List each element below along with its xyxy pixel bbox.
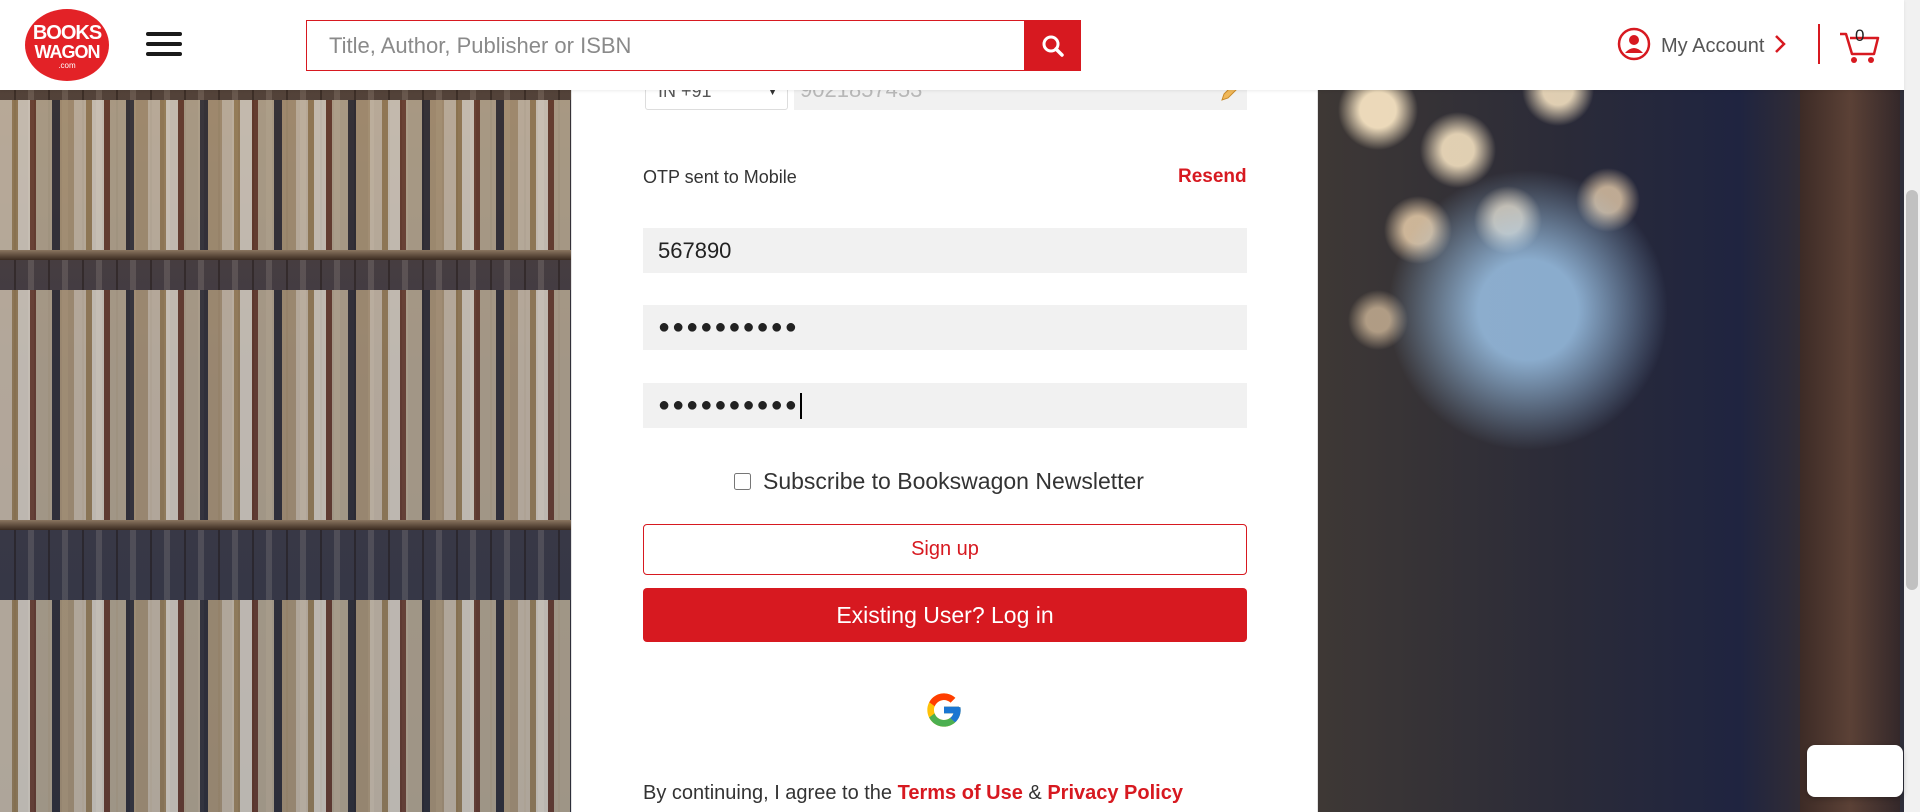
header-divider: [1818, 24, 1820, 64]
terms-prefix: By continuing, I agree to the: [643, 782, 893, 804]
privacy-policy-link[interactable]: Privacy Policy: [1047, 782, 1183, 804]
background-pillar: [1800, 0, 1900, 812]
shelf-board: [0, 250, 571, 260]
my-account-label: My Account: [1661, 34, 1765, 57]
confirm-password-value: ●●●●●●●●●●: [658, 394, 799, 416]
sign-up-button[interactable]: Sign up: [643, 524, 1247, 575]
subscribe-newsletter-option[interactable]: Subscribe to Bookswagon Newsletter: [734, 468, 1144, 495]
subscribe-checkbox[interactable]: [734, 473, 751, 490]
cart-icon: [1838, 32, 1880, 70]
menu-icon[interactable]: [146, 32, 182, 56]
bookswagon-logo[interactable]: BOOKS WAGON .com: [25, 9, 109, 81]
resend-link[interactable]: Resend: [1178, 166, 1247, 188]
google-icon: [924, 693, 964, 734]
shelf-books: [0, 600, 571, 812]
cart-button[interactable]: 0: [1838, 22, 1880, 66]
my-account-link[interactable]: My Account: [1617, 26, 1787, 66]
shelf-board: [0, 520, 571, 530]
chevron-right-icon: [1774, 34, 1787, 59]
chat-widget[interactable]: [1807, 745, 1903, 797]
otp-field[interactable]: 567890: [643, 228, 1247, 273]
confirm-password-field[interactable]: ●●●●●●●●●●: [643, 383, 1247, 428]
site-header: BOOKS WAGON .com My Account: [0, 0, 1904, 90]
user-circle-icon: [1617, 27, 1651, 66]
logo-line-1: BOOKS: [32, 22, 102, 44]
search-button[interactable]: [1024, 20, 1081, 71]
password-value: ●●●●●●●●●●: [658, 316, 799, 338]
cart-count: 0: [1855, 26, 1865, 45]
bookshelf-background-left: [0, 0, 571, 812]
existing-user-login-button[interactable]: Existing User? Log in: [643, 588, 1247, 642]
subscribe-label: Subscribe to Bookswagon Newsletter: [763, 468, 1144, 494]
terms-ampersand: &: [1028, 782, 1042, 804]
library-background-right: [1318, 0, 1920, 812]
terms-notice: By continuing, I agree to the Terms of U…: [643, 782, 1183, 805]
shelf-books: [0, 290, 571, 520]
logo-line-2: WAGON: [34, 42, 101, 62]
page-scrollbar[interactable]: [1904, 0, 1920, 812]
search-icon: [1024, 34, 1081, 58]
scrollbar-thumb[interactable]: [1906, 190, 1918, 590]
logo-line-3: .com: [58, 61, 76, 70]
otp-sent-label: OTP sent to Mobile: [643, 167, 797, 187]
shelf-books: [0, 100, 571, 250]
terms-of-use-link[interactable]: Terms of Use: [898, 782, 1023, 804]
text-cursor: [799, 392, 802, 419]
password-field[interactable]: ●●●●●●●●●●: [643, 305, 1247, 350]
search-input[interactable]: [306, 20, 1024, 71]
otp-value: 567890: [658, 238, 732, 263]
google-signin-button[interactable]: [924, 690, 964, 730]
